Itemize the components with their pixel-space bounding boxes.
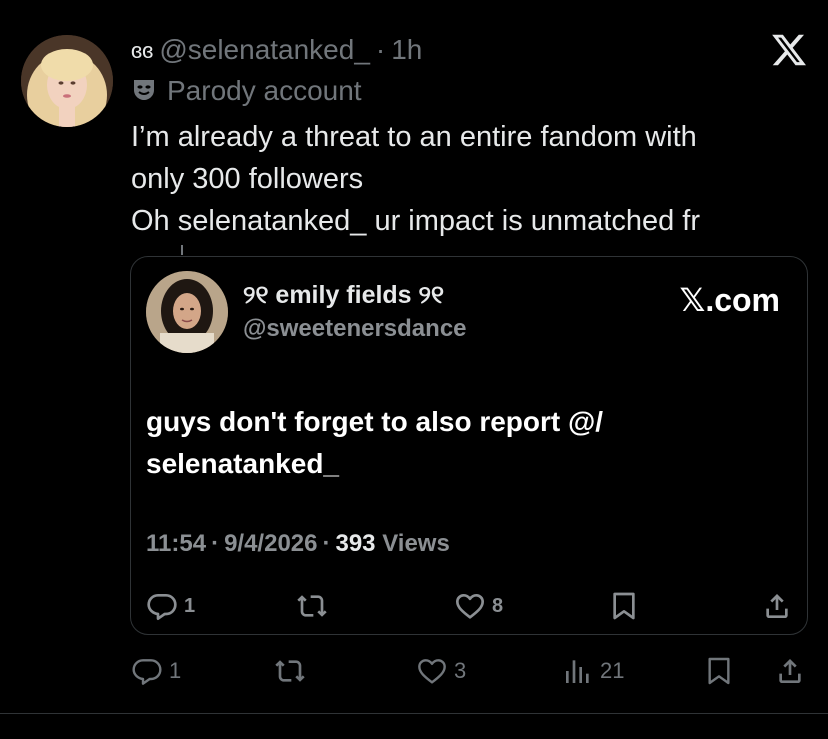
quoted-author-handle[interactable]: @sweetenersdance	[243, 315, 467, 343]
thread-connector	[181, 245, 183, 255]
quoted-views-count: 393	[335, 530, 376, 557]
quoted-views-label: Views	[382, 530, 450, 557]
quoted-date[interactable]: 9/4/2026	[224, 530, 317, 557]
views-count: 21	[600, 658, 625, 683]
tweet-header: ɞɞ @selenatanked_ · 1h	[131, 33, 422, 68]
bookmark-icon	[708, 657, 730, 685]
tweet-text-line: Oh selenatanked_ ur impact is unmatched …	[131, 205, 701, 237]
heart-icon	[418, 659, 446, 684]
meta-separator: ·	[322, 530, 331, 557]
like-button[interactable]: 3	[416, 655, 466, 687]
heart-icon	[456, 594, 484, 619]
quoted-share-button[interactable]	[761, 590, 793, 622]
share-button[interactable]	[774, 655, 806, 687]
header-separator: ·	[375, 34, 386, 65]
parody-label: Parody account	[167, 75, 362, 106]
name-decoration: ɞɞ	[131, 38, 154, 63]
share-icon	[766, 594, 788, 618]
bookmark-icon	[613, 592, 635, 620]
quoted-text-line: guys don't forget to also report @/	[146, 406, 604, 437]
avatar-image	[21, 35, 113, 127]
quoted-tweet-text: guys don't forget to also report @/ sele…	[146, 401, 766, 485]
tweet-time[interactable]: 1h	[391, 34, 422, 65]
quoted-author-avatar[interactable]	[146, 271, 228, 353]
x-logo-icon[interactable]	[770, 33, 808, 67]
bookmark-button[interactable]	[703, 655, 735, 687]
quoted-author-name[interactable]: ୨୧ emily fields ୨୧	[243, 281, 444, 310]
quoted-reply-count: 1	[184, 594, 196, 617]
retweet-button[interactable]	[274, 655, 312, 687]
views-button[interactable]: 21	[562, 655, 624, 687]
reply-count: 1	[169, 658, 182, 683]
meta-separator: ·	[211, 530, 220, 557]
tweet-text-line: I’m already a threat to an entire fandom…	[131, 121, 697, 153]
author-avatar[interactable]	[21, 35, 113, 127]
reply-icon	[147, 594, 177, 620]
quoted-like-count: 8	[492, 594, 504, 617]
tweet-divider	[0, 713, 828, 714]
quoted-time[interactable]: 11:54	[146, 530, 206, 557]
parody-label-row: Parody account	[131, 74, 362, 108]
quoted-reply-button[interactable]: 1	[146, 590, 195, 622]
quoted-like-button[interactable]: 8	[454, 590, 503, 622]
retweet-icon	[297, 595, 327, 617]
like-count: 3	[454, 658, 467, 683]
quoted-tweet-meta: 11:54 · 9/4/2026 · 393 Views	[146, 530, 450, 558]
tweet-text: I’m already a threat to an entire fandom…	[131, 116, 811, 242]
share-icon	[779, 659, 801, 683]
reply-icon	[132, 659, 162, 685]
tweet-text-line: only 300 followers	[131, 163, 364, 195]
avatar-image	[146, 271, 228, 353]
quoted-retweet-button[interactable]	[296, 590, 334, 622]
x-brand-label: 𝕏.com	[679, 282, 780, 318]
quoted-text-line: selenatanked_	[146, 448, 339, 479]
retweet-icon	[275, 660, 305, 682]
reply-button[interactable]: 1	[131, 655, 181, 687]
author-handle[interactable]: @selenatanked_	[159, 34, 370, 65]
views-chart-icon	[566, 660, 589, 683]
quoted-tweet-card[interactable]: ୨୧ emily fields ୨୧ @sweetenersdance 𝕏.co…	[130, 256, 808, 635]
quoted-bookmark-button[interactable]	[608, 590, 640, 622]
mask-icon	[131, 77, 157, 103]
